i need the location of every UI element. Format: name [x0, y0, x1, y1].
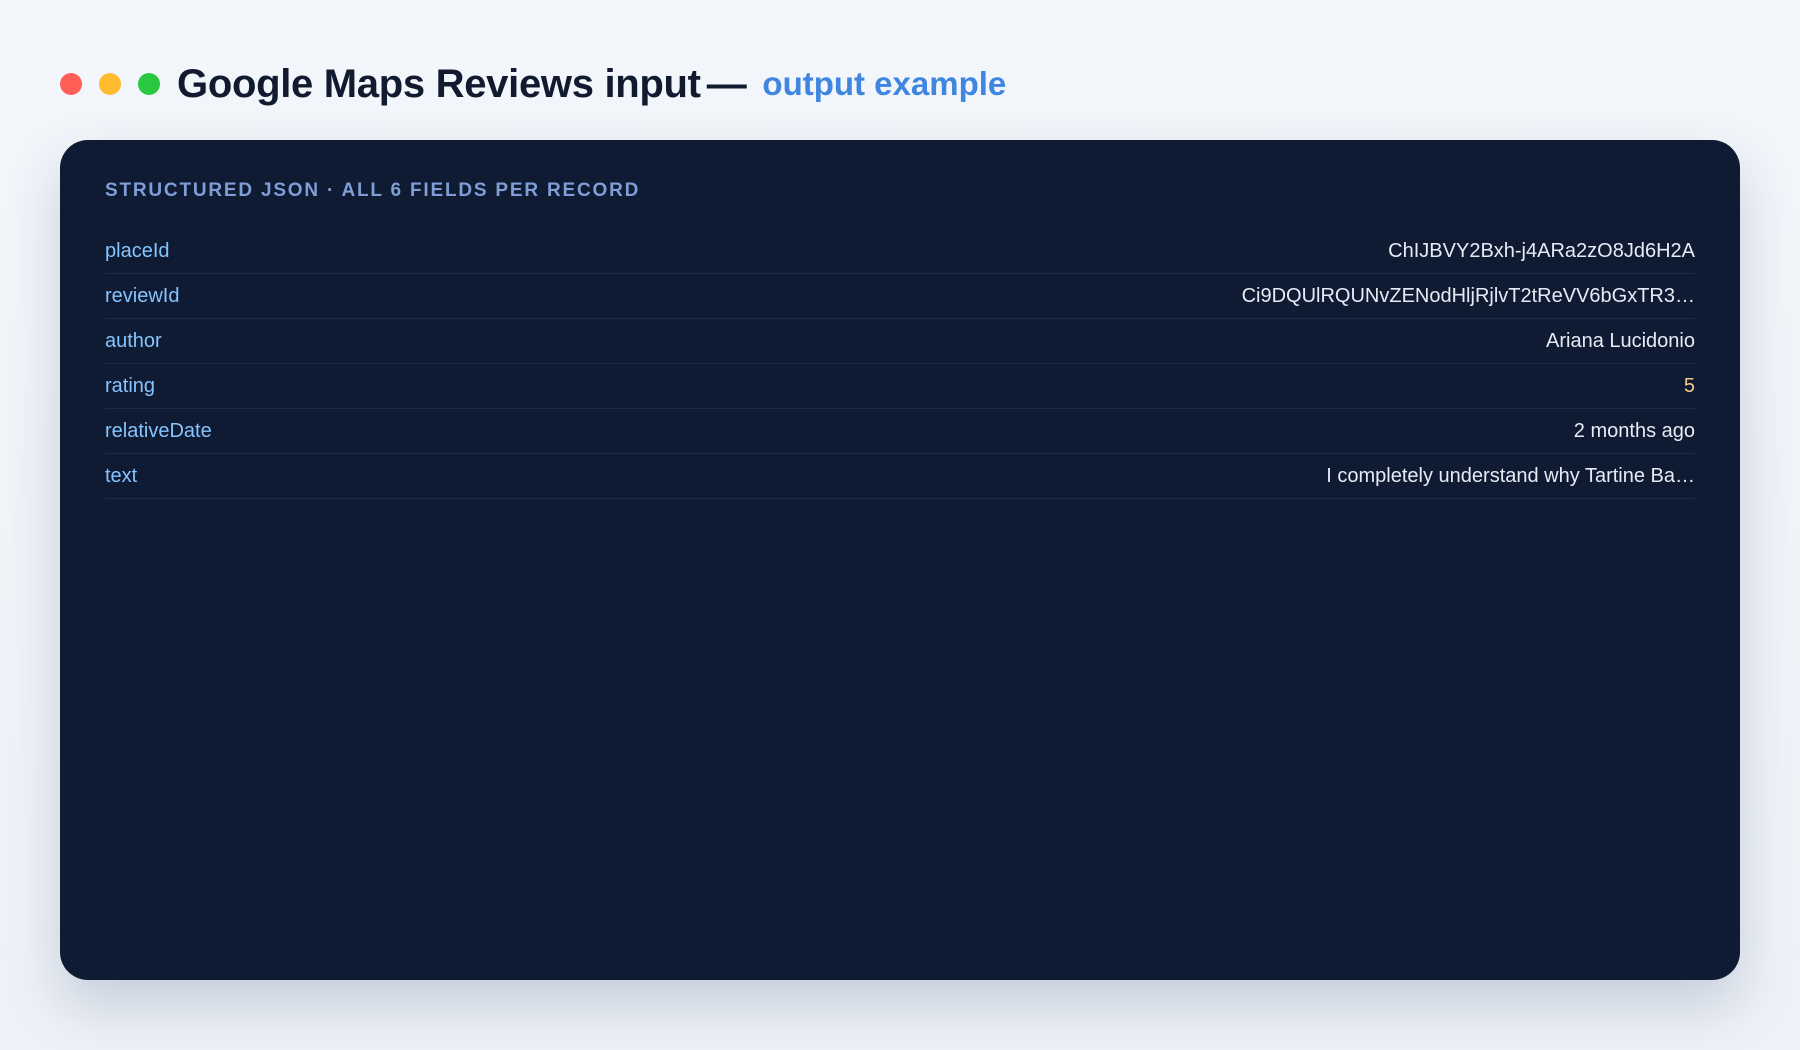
minimize-window-button[interactable]	[99, 73, 121, 95]
field-value: ChIJBVY2Bxh-j4ARa2zO8Jd6H2A	[1388, 239, 1695, 262]
field-key: text	[105, 464, 138, 487]
field-key: placeId	[105, 239, 170, 262]
field-key: reviewId	[105, 284, 180, 307]
field-list: placeId ChIJBVY2Bxh-j4ARa2zO8Jd6H2A revi…	[105, 229, 1695, 499]
field-value: I completely understand why Tartine Ba…	[1326, 464, 1695, 487]
card-heading: STRUCTURED JSON · ALL 6 FIELDS PER RECOR…	[105, 180, 641, 201]
field-value: Ariana Lucidonio	[1546, 329, 1695, 352]
field-row-rating: rating 5	[105, 364, 1695, 409]
field-row-author: author Ariana Lucidonio	[105, 319, 1695, 364]
title-separator: —	[706, 61, 747, 106]
field-row-placeid: placeId ChIJBVY2Bxh-j4ARa2zO8Jd6H2A	[105, 229, 1695, 274]
field-row-text: text I completely understand why Tartine…	[105, 454, 1695, 499]
field-value: Ci9DQUlRQUNvZENodHljRjlvT2tReVV6bGxTR3…	[1241, 284, 1695, 307]
field-key: relativeDate	[105, 419, 212, 442]
field-key: rating	[105, 374, 156, 397]
field-key: author	[105, 329, 162, 352]
zoom-window-button[interactable]	[138, 73, 160, 95]
field-row-relativedate: relativeDate 2 months ago	[105, 409, 1695, 454]
page-title-text: Google Maps Reviews input	[177, 61, 701, 106]
field-row-reviewid: reviewId Ci9DQUlRQUNvZENodHljRjlvT2tReVV…	[105, 274, 1695, 319]
page-title: Google Maps Reviews input —	[177, 62, 752, 107]
field-value: 5	[1683, 374, 1695, 397]
page-subtitle: output example	[762, 65, 1007, 102]
json-output-card: STRUCTURED JSON · ALL 6 FIELDS PER RECOR…	[60, 140, 1740, 980]
close-window-button[interactable]	[60, 73, 82, 95]
window-header: Google Maps Reviews input — output exampl…	[60, 56, 1006, 112]
field-value: 2 months ago	[1573, 419, 1695, 442]
